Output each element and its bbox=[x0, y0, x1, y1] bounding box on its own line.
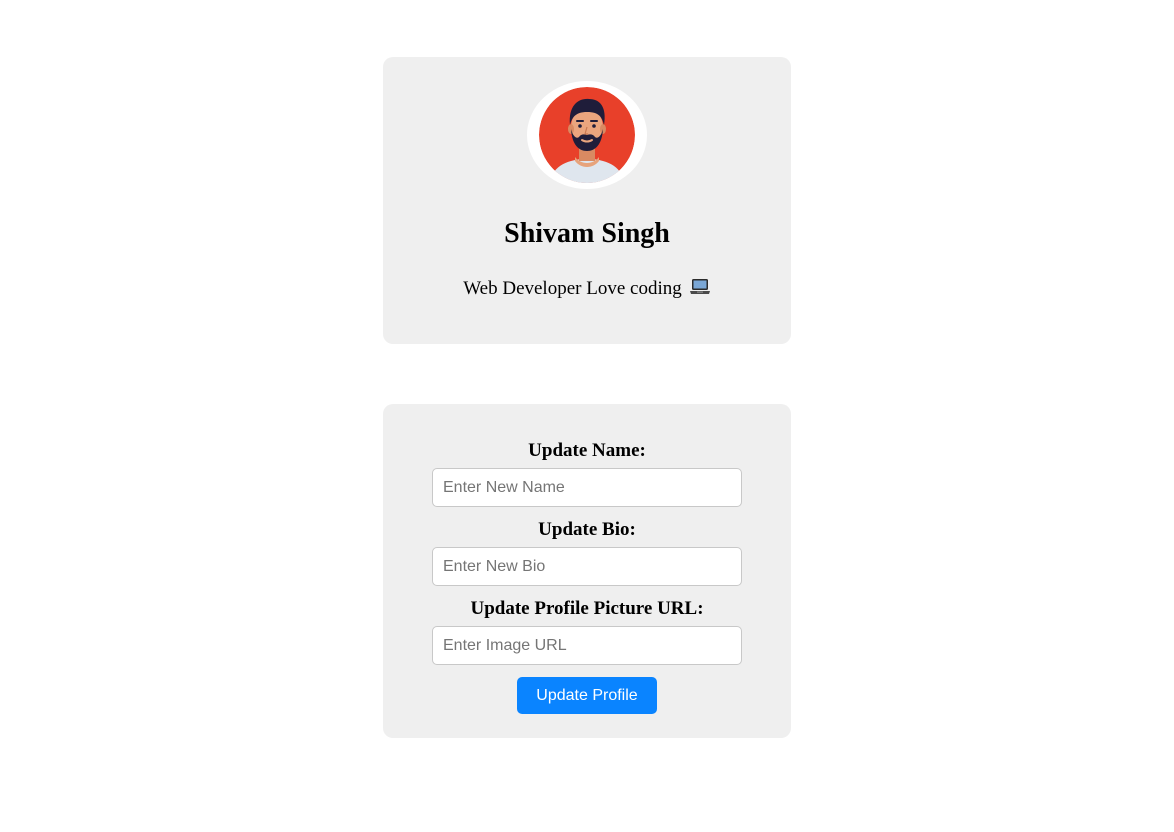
laptop-icon bbox=[689, 278, 711, 303]
name-input[interactable] bbox=[432, 468, 742, 507]
profile-bio-text: Web Developer Love coding bbox=[463, 278, 682, 299]
update-profile-button[interactable]: Update Profile bbox=[517, 677, 657, 714]
avatar bbox=[527, 81, 647, 189]
update-bio-label: Update Bio: bbox=[538, 519, 636, 540]
bio-input[interactable] bbox=[432, 547, 742, 586]
update-name-label: Update Name: bbox=[528, 440, 646, 461]
page: Shivam Singh Web Developer Love coding U… bbox=[0, 0, 1174, 832]
profile-name: Shivam Singh bbox=[504, 218, 670, 249]
update-profile-form: Update Name: Update Bio: Update Profile … bbox=[383, 404, 791, 738]
profile-bio: Web Developer Love coding bbox=[383, 277, 791, 303]
picture-url-input[interactable] bbox=[432, 626, 742, 665]
profile-card: Shivam Singh Web Developer Love coding bbox=[383, 57, 791, 344]
update-picture-url-label: Update Profile Picture URL: bbox=[470, 598, 704, 619]
bearded-man-avatar-icon bbox=[539, 87, 635, 183]
